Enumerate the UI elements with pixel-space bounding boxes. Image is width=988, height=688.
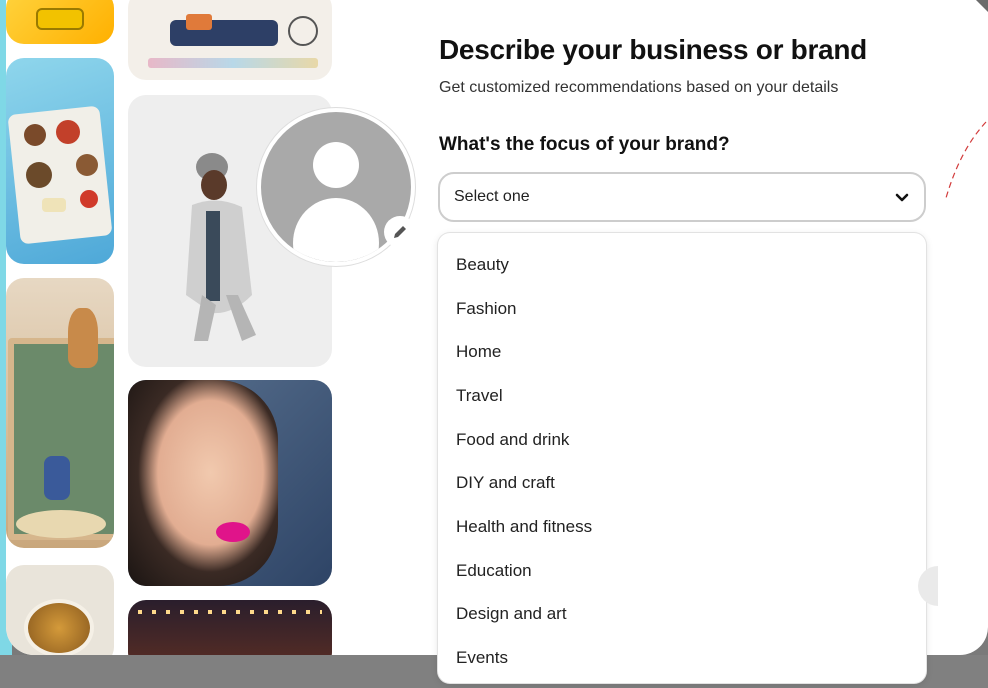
edit-avatar-button[interactable] bbox=[384, 216, 416, 248]
collage-image-portrait bbox=[128, 380, 332, 586]
collage-image-kids-room bbox=[6, 278, 114, 548]
select-value: Select one bbox=[454, 188, 530, 205]
option-travel[interactable]: Travel bbox=[438, 374, 926, 418]
brand-focus-dropdown: Beauty Fashion Home Travel Food and drin… bbox=[438, 233, 926, 683]
collage-image-night-market bbox=[128, 600, 332, 655]
person-illustration bbox=[186, 153, 256, 341]
collage-image-snack-bowl bbox=[6, 565, 114, 655]
option-food-and-drink[interactable]: Food and drink bbox=[438, 418, 926, 462]
option-health-and-fitness[interactable]: Health and fitness bbox=[438, 505, 926, 549]
dashed-annotation-line bbox=[945, 121, 987, 199]
option-beauty[interactable]: Beauty bbox=[438, 243, 926, 287]
collage-image-living-room bbox=[128, 0, 332, 80]
collage-image-food-tray bbox=[6, 58, 114, 264]
page-subtitle: Get customized recommendations based on … bbox=[439, 79, 839, 96]
option-fashion[interactable]: Fashion bbox=[438, 287, 926, 331]
collage-image-toy-car bbox=[6, 0, 114, 44]
option-home[interactable]: Home bbox=[438, 330, 926, 374]
option-design-and-art[interactable]: Design and art bbox=[438, 593, 926, 637]
chevron-down-icon bbox=[895, 193, 909, 202]
brand-focus-select[interactable]: Select one bbox=[438, 172, 926, 222]
corner-decoration bbox=[976, 0, 988, 12]
brand-focus-label: What's the focus of your brand? bbox=[439, 134, 730, 155]
option-education[interactable]: Education bbox=[438, 549, 926, 593]
option-diy-and-craft[interactable]: DIY and craft bbox=[438, 461, 926, 505]
pencil-icon bbox=[394, 226, 406, 238]
page-title: Describe your business or brand bbox=[439, 34, 867, 65]
option-events[interactable]: Events bbox=[438, 636, 926, 680]
